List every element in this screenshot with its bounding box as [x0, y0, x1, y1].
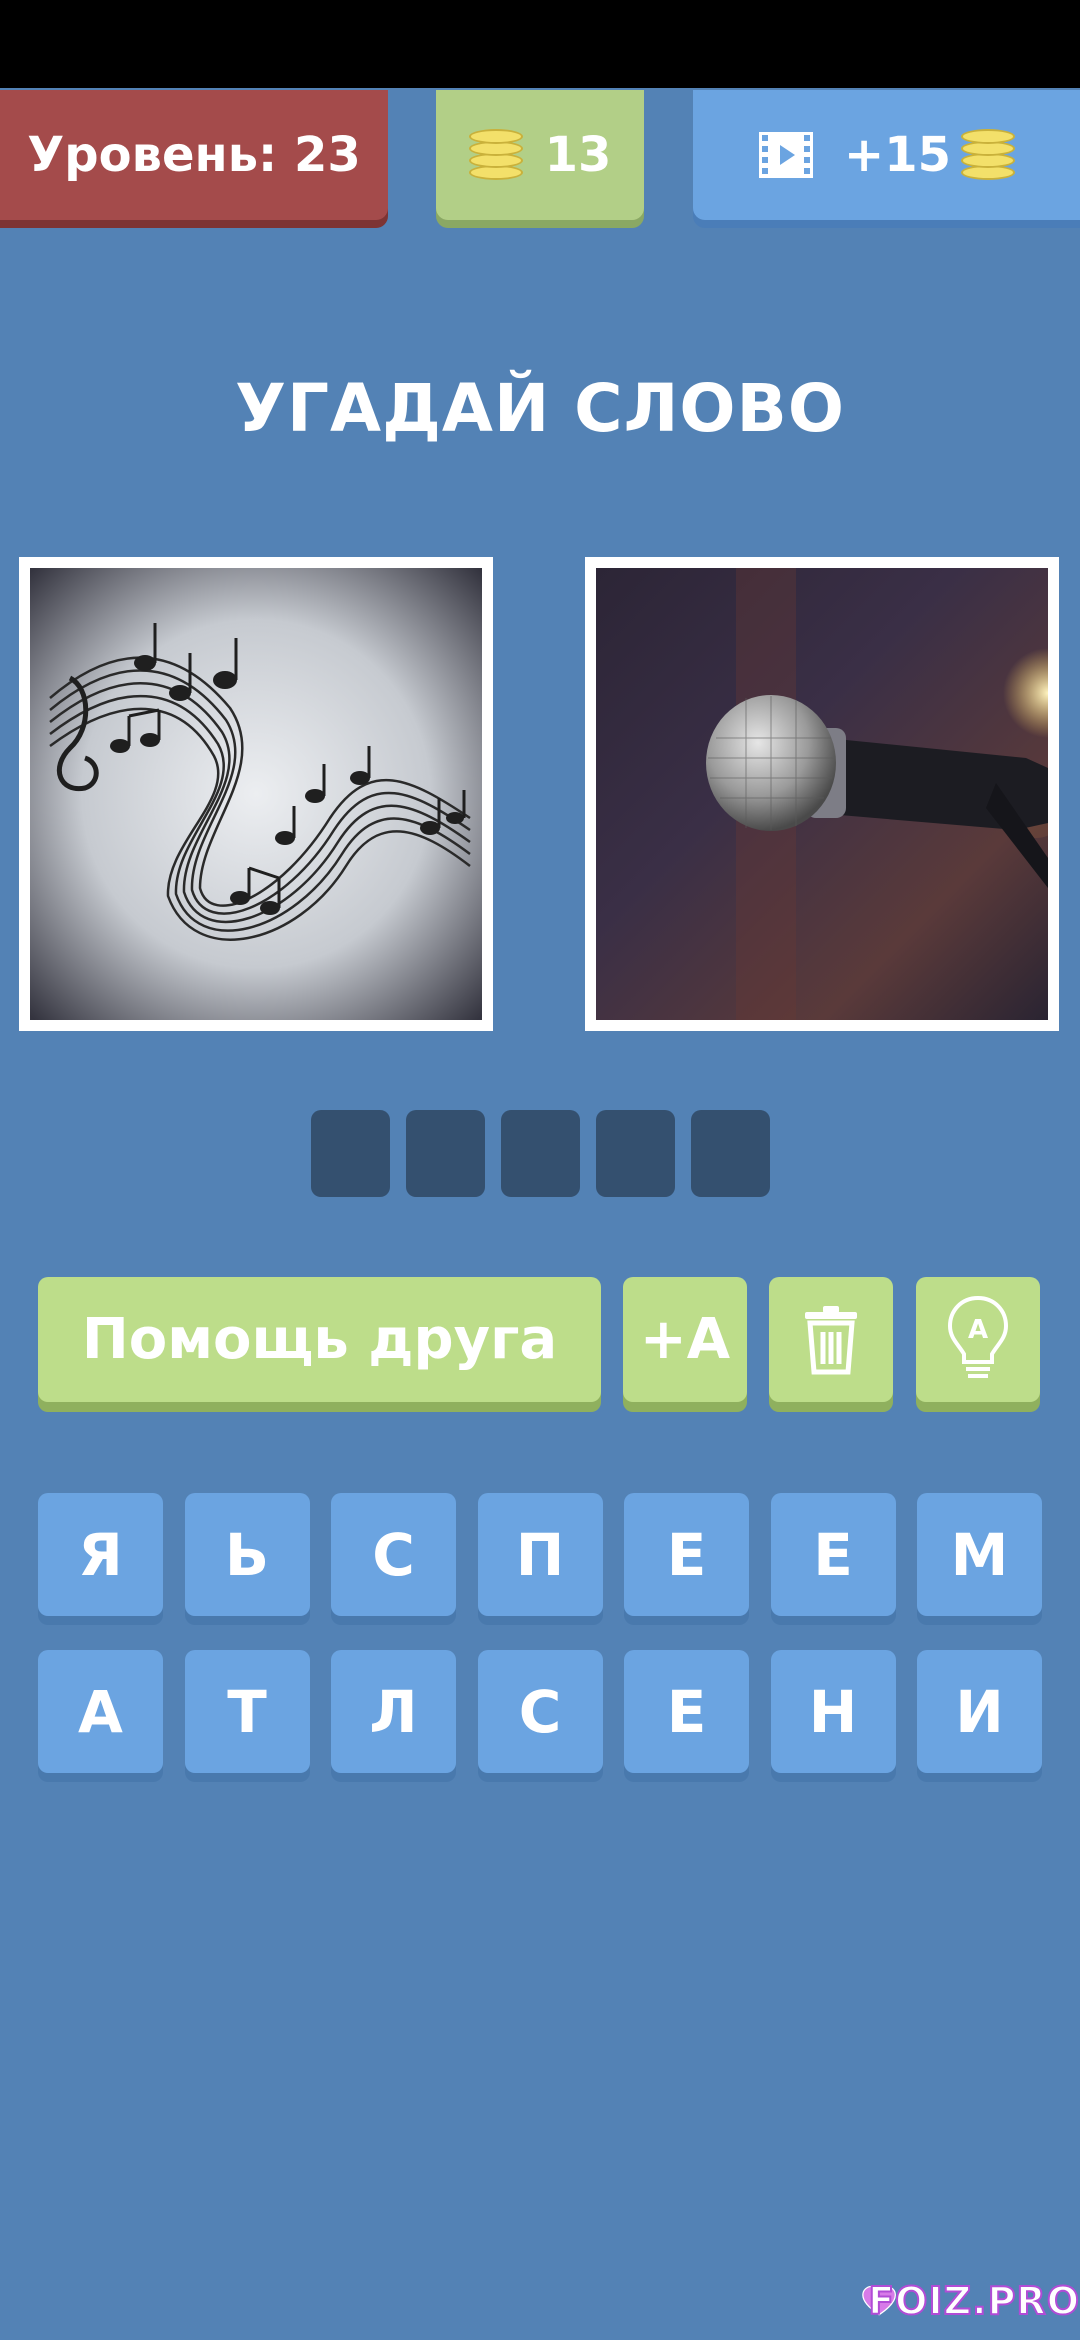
clue-image-microphone[interactable] [585, 557, 1059, 1031]
hint-button[interactable]: A [916, 1277, 1040, 1402]
answer-slot[interactable] [406, 1110, 485, 1197]
coins-value: 13 [544, 127, 612, 183]
level-label: Уровень: 23 [27, 127, 361, 183]
letter-key[interactable]: С [477, 1650, 603, 1773]
watermark: FOIZ.PRO [862, 2262, 1080, 2340]
answer-slot[interactable] [501, 1110, 580, 1197]
trash-icon [805, 1305, 857, 1374]
letter-key[interactable]: Ь [184, 1493, 310, 1616]
answer-slots [311, 1110, 770, 1197]
letter-key[interactable]: Е [624, 1650, 749, 1773]
letter-key[interactable]: Я [38, 1493, 163, 1616]
letter-key[interactable]: А [38, 1650, 163, 1773]
keyboard-row-1: Я Ь С П Е Е М [38, 1493, 1042, 1616]
coins-counter[interactable]: 13 [436, 90, 644, 220]
friend-help-button[interactable]: Помощь друга [38, 1277, 601, 1402]
watch-video-button[interactable]: +15 [693, 90, 1080, 220]
keyboard-row-2: А Т Л С Е Н И [38, 1650, 1042, 1773]
answer-slot[interactable] [691, 1110, 770, 1197]
answer-slot[interactable] [596, 1110, 675, 1197]
coins-icon [468, 129, 523, 181]
level-indicator: Уровень: 23 [0, 90, 388, 220]
letter-key[interactable]: П [477, 1493, 603, 1616]
lightbulb-icon: A [947, 1295, 1009, 1378]
letter-key[interactable]: Е [624, 1493, 749, 1616]
video-reward-value: +15 [843, 127, 951, 183]
watermark-text: FOIZ.PRO [867, 2278, 1080, 2324]
letter-key[interactable]: М [917, 1493, 1042, 1616]
letter-key[interactable]: Е [770, 1493, 896, 1616]
page-title: УГАДАЙ СЛОВО [235, 370, 845, 447]
svg-text:A: A [968, 1315, 988, 1345]
status-bar [0, 0, 1080, 88]
letter-key[interactable]: Т [184, 1650, 310, 1773]
coins-icon [961, 129, 1015, 181]
clue-image-music-notes[interactable] [19, 557, 493, 1031]
video-icon [758, 132, 813, 178]
letter-key[interactable]: С [331, 1493, 456, 1616]
friend-help-label: Помощь друга [81, 1307, 558, 1372]
microphone-image [596, 568, 1048, 1020]
letter-key[interactable]: Л [331, 1650, 456, 1773]
answer-slot[interactable] [311, 1110, 390, 1197]
letter-key[interactable]: И [917, 1650, 1042, 1773]
add-letter-label: +A [639, 1307, 731, 1372]
letter-key[interactable]: Н [770, 1650, 896, 1773]
remove-letters-button[interactable] [769, 1277, 893, 1402]
music-notes-image [30, 568, 482, 1020]
add-letter-button[interactable]: +A [623, 1277, 747, 1402]
